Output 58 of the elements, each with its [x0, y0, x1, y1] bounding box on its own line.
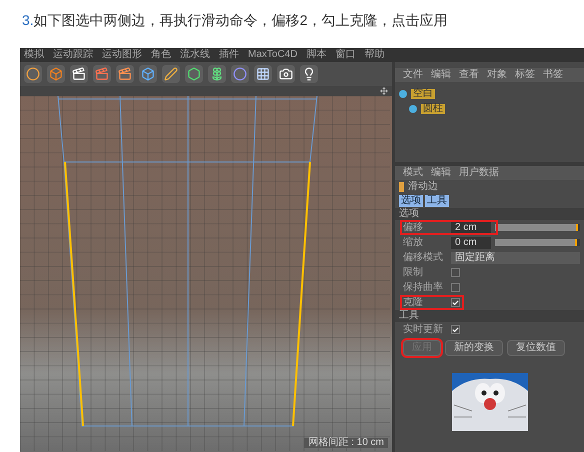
menu-item[interactable]: 窗口	[335, 50, 356, 60]
menu-item[interactable]: 流水线	[180, 50, 210, 60]
lightbulb-icon[interactable]	[300, 65, 318, 83]
pen-icon[interactable]	[162, 65, 180, 83]
menu-item[interactable]: 书签	[543, 70, 563, 80]
menu-item[interactable]: 模式	[403, 168, 423, 178]
flower-icon[interactable]	[208, 65, 226, 83]
menu-item[interactable]: 角色	[151, 50, 171, 60]
menu-item[interactable]: 标签	[515, 70, 535, 80]
menu-item[interactable]: 运动跟踪	[53, 50, 93, 60]
cube-icon[interactable]	[139, 65, 157, 83]
menu-item[interactable]: 模拟	[24, 50, 44, 60]
object-name[interactable]: 圆柱	[421, 104, 445, 114]
tab[interactable]: 工具	[425, 195, 449, 207]
clapperboard-icon[interactable]	[70, 65, 88, 83]
checkbox[interactable]	[451, 283, 460, 292]
object-name[interactable]: 空白	[411, 88, 435, 98]
menu-item[interactable]: MaxToC4D	[248, 50, 298, 60]
field-label: 限制	[403, 268, 424, 278]
field-label: 偏移	[403, 222, 424, 232]
tool-name: 滑动边	[408, 182, 438, 192]
menu-item[interactable]: 用户数据	[459, 168, 499, 178]
step-number: 3.	[22, 10, 34, 30]
field-label: 缩放	[403, 238, 424, 248]
checkbox[interactable]	[451, 298, 460, 307]
field-label: 偏移模式	[403, 252, 444, 262]
action-button[interactable]: 新的变换	[445, 340, 503, 356]
grid-icon[interactable]	[254, 65, 272, 83]
camera-icon[interactable]	[277, 65, 295, 83]
tab[interactable]: 选项	[399, 195, 423, 207]
menu-item[interactable]: 编辑	[431, 168, 451, 178]
action-button[interactable]: 复位数值	[507, 340, 565, 356]
field-label: 实时更新	[403, 324, 444, 334]
circle-icon[interactable]	[24, 65, 42, 83]
number-field[interactable]: 0 cm	[451, 236, 491, 248]
menu-item[interactable]: 编辑	[431, 70, 451, 80]
menu-item[interactable]: 对象	[487, 70, 507, 80]
menu-item[interactable]: 帮助	[364, 50, 384, 60]
move-icon[interactable]	[380, 87, 388, 95]
field-label: 保持曲率	[403, 282, 444, 292]
mode-dropdown[interactable]: 固定距离	[451, 252, 580, 264]
section-title: 工具	[399, 311, 419, 321]
tool-icon	[399, 182, 404, 192]
menu-item[interactable]: 运动图形	[102, 50, 142, 60]
hexagon-icon[interactable]	[185, 65, 203, 83]
menu-item[interactable]: 文件	[403, 70, 423, 80]
number-field[interactable]: 2 cm	[451, 222, 491, 234]
section-title: 选项	[399, 209, 419, 219]
step-text: 如下图选中两侧边，再执行滑动命令，偏移2，勾上克隆，点击应用	[34, 10, 448, 30]
checkbox[interactable]	[451, 325, 460, 334]
menu-item[interactable]: 脚本	[306, 50, 326, 60]
checkbox[interactable]	[451, 268, 460, 277]
grid-spacing-label: 网格间距 : 10 cm	[304, 438, 388, 448]
menu-item[interactable]: 查看	[459, 70, 479, 80]
clapperboard-icon[interactable]	[116, 65, 134, 83]
field-label: 克隆	[403, 298, 424, 308]
cube-icon[interactable]	[47, 65, 65, 83]
menu-item[interactable]: 插件	[219, 50, 239, 60]
